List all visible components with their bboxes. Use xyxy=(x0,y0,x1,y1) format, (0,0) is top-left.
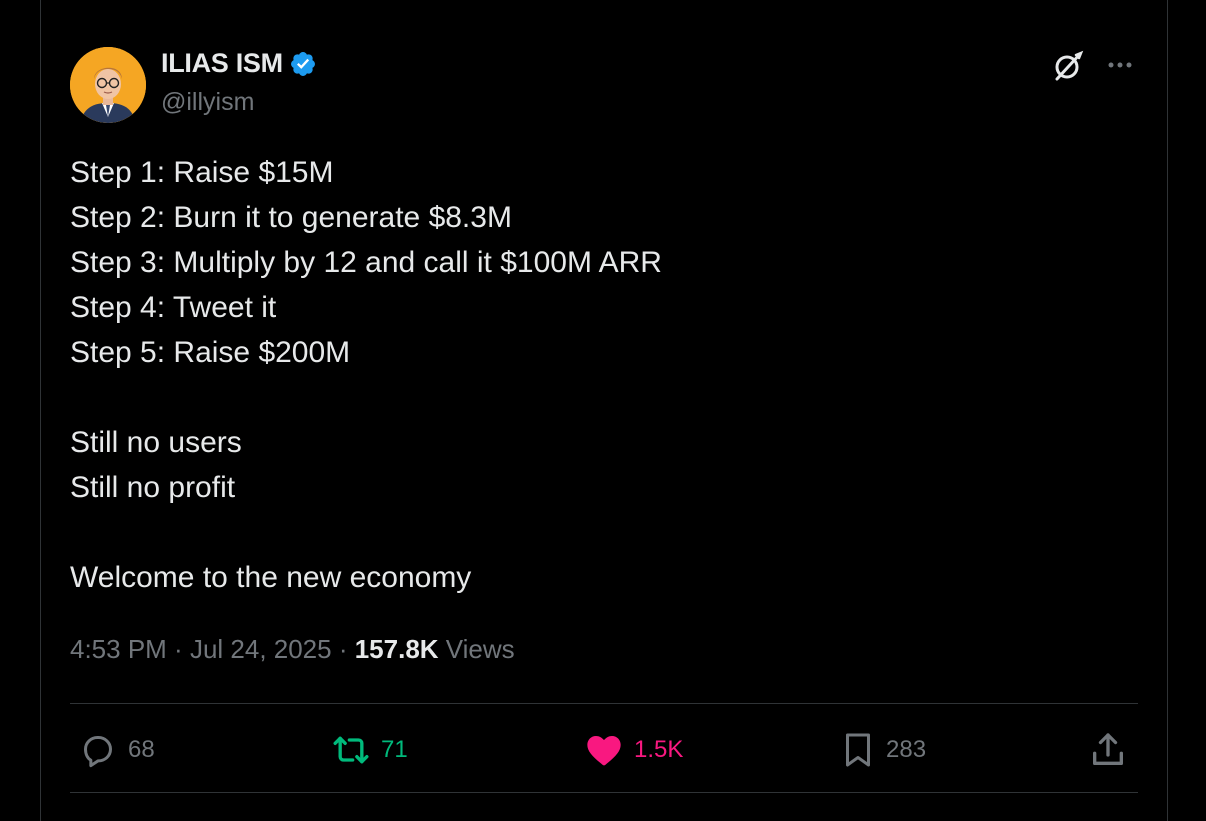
views-count: 157.8K xyxy=(354,634,439,664)
bookmark-count: 283 xyxy=(886,736,927,763)
views-label: Views xyxy=(438,634,515,664)
like-count: 1.5K xyxy=(634,736,684,763)
tweet-line: Step 2: Burn it to generate $8.3M xyxy=(70,201,512,234)
bookmark-button[interactable]: 283 xyxy=(840,728,926,772)
tweet-line: Welcome to the new economy xyxy=(70,561,472,594)
grok-icon[interactable] xyxy=(1052,50,1084,82)
retweet-count: 71 xyxy=(381,736,408,763)
meta-separator: · xyxy=(166,634,190,664)
tweet-text: Step 1: Raise $15M Step 2: Burn it to ge… xyxy=(70,150,1070,600)
avatar-image xyxy=(70,47,146,123)
tweet-line: Still no profit xyxy=(70,471,236,504)
reply-count: 68 xyxy=(128,736,155,763)
verified-badge-icon[interactable] xyxy=(289,50,317,78)
author-name[interactable]: ILIAS ISM xyxy=(161,48,283,79)
tweet-line: Step 4: Tweet it xyxy=(70,291,277,324)
author-handle[interactable]: @illyism xyxy=(161,88,254,117)
tweet-line: Still no users xyxy=(70,426,242,459)
reply-icon xyxy=(84,736,112,768)
avatar[interactable] xyxy=(70,47,146,123)
tweet-line: Step 5: Raise $200M xyxy=(70,336,351,369)
divider-bottom xyxy=(70,792,1138,793)
reply-button[interactable]: 68 xyxy=(78,728,155,772)
retweet-icon xyxy=(333,736,369,764)
author-name-row[interactable]: ILIAS ISM xyxy=(161,48,317,79)
more-icon[interactable] xyxy=(1104,52,1136,78)
tweet-date[interactable]: Jul 24, 2025 xyxy=(190,634,332,664)
tweet-line: Step 1: Raise $15M xyxy=(70,156,334,189)
like-button[interactable]: 1.5K xyxy=(584,728,683,772)
tweet-line: Step 3: Multiply by 12 and call it $100M… xyxy=(70,246,662,279)
bookmark-icon xyxy=(846,733,870,767)
tweet-time[interactable]: 4:53 PM xyxy=(70,634,167,664)
heart-icon xyxy=(587,736,621,766)
tweet-meta: 4:53 PM · Jul 24, 2025 · 157.8K Views xyxy=(70,634,515,665)
share-button[interactable] xyxy=(1088,728,1128,772)
share-icon xyxy=(1093,733,1123,765)
divider-top xyxy=(70,703,1138,704)
meta-separator: · xyxy=(331,634,355,664)
retweet-button[interactable]: 71 xyxy=(331,728,408,772)
